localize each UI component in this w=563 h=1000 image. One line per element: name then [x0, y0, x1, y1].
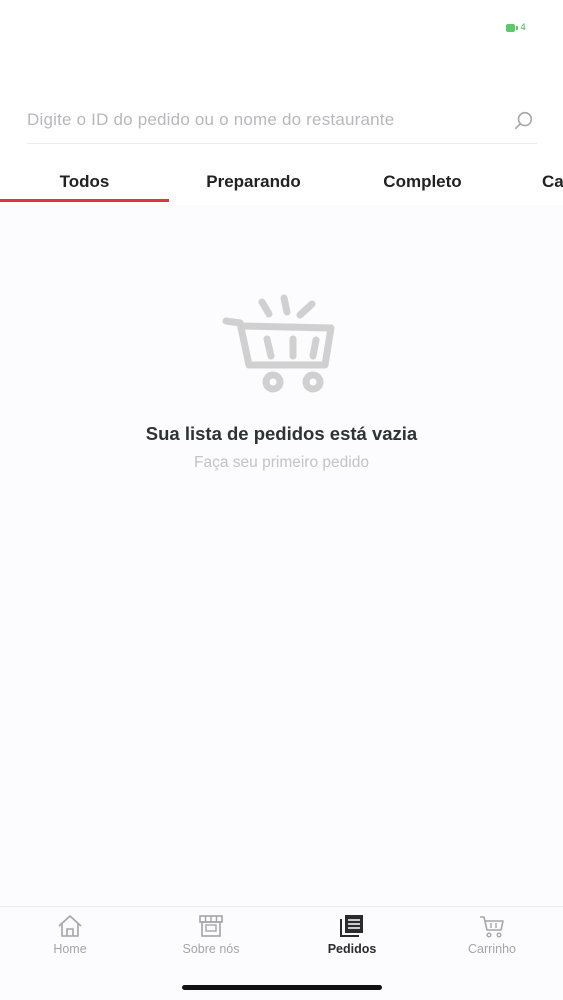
- battery-icon: [506, 24, 516, 32]
- tab-completo[interactable]: Completo: [338, 164, 507, 202]
- store-icon: [199, 915, 223, 937]
- orders-icon: [340, 915, 363, 937]
- active-tab-indicator: [0, 199, 169, 202]
- cart-icon: [480, 916, 504, 938]
- search-input[interactable]: [27, 100, 507, 140]
- home-icon: [58, 915, 82, 937]
- shopping-cart-icon: [222, 294, 335, 393]
- battery-indicator: 4: [506, 23, 526, 33]
- nav-pedidos-label: Pedidos: [327, 942, 377, 956]
- nav-home[interactable]: Home: [20, 913, 120, 956]
- home-indicator[interactable]: [182, 985, 382, 990]
- search-icon[interactable]: [513, 110, 535, 132]
- nav-carrinho-label: Carrinho: [468, 942, 516, 956]
- tab-preparando[interactable]: Preparando: [169, 164, 338, 202]
- nav-home-label: Home: [53, 942, 87, 956]
- tab-cancelado[interactable]: Ca: [542, 164, 563, 202]
- search-bar: [27, 100, 537, 144]
- nav-sobre-nos[interactable]: Sobre nós: [161, 913, 261, 956]
- battery-level: 4: [520, 23, 526, 33]
- nav-sobre-nos-label: Sobre nós: [182, 942, 240, 956]
- empty-state-title: Sua lista de pedidos está vazia: [145, 423, 418, 444]
- nav-carrinho[interactable]: Carrinho: [442, 913, 542, 956]
- tab-todos[interactable]: Todos: [0, 164, 169, 202]
- order-status-tabs: Todos Preparando Completo Ca: [0, 164, 563, 204]
- nav-pedidos[interactable]: Pedidos: [302, 913, 402, 956]
- empty-state-subtitle: Faça seu primeiro pedido: [194, 454, 369, 471]
